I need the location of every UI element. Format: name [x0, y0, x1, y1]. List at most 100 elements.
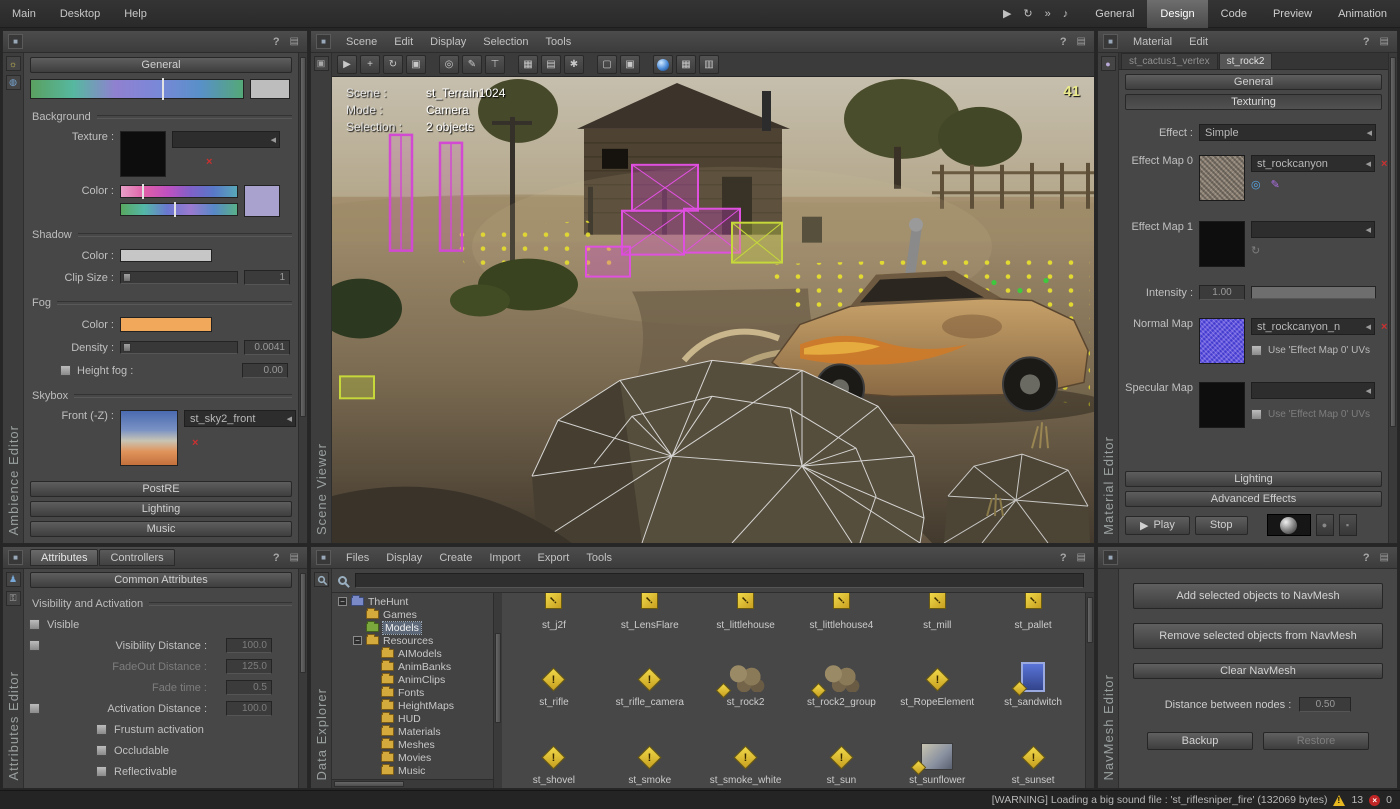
tab-attributes[interactable]: Attributes — [30, 549, 99, 566]
remove-from-navmesh-button[interactable]: Remove selected objects from NavMesh — [1133, 623, 1383, 649]
help-icon[interactable]: ? — [1357, 36, 1376, 48]
paint-edit-icon[interactable]: ✎ — [1271, 178, 1280, 191]
tree-item-aimodels[interactable]: AIModels — [332, 647, 493, 660]
asset-st-rock2-group[interactable]: st_rock2_group — [794, 633, 890, 711]
lighting-section-button[interactable]: Lighting — [1125, 471, 1382, 487]
settings-button[interactable]: ✱ — [564, 55, 584, 74]
asset-st-shovel[interactable]: st_shovel — [506, 710, 602, 788]
normal-uv-checkbox[interactable] — [1251, 345, 1262, 356]
attributes-scrollbar[interactable] — [298, 569, 307, 788]
asset-st-sun[interactable]: st_sun — [794, 710, 890, 788]
tree-item-movies[interactable]: Movies — [332, 751, 493, 764]
refresh-map1-icon[interactable]: ↻ — [1251, 244, 1260, 257]
panel-dock-icon[interactable]: ■ — [316, 34, 331, 49]
visible-checkbox[interactable] — [29, 619, 40, 630]
tab-design[interactable]: Design — [1147, 0, 1208, 28]
shadow-color-swatch[interactable] — [120, 249, 212, 262]
measure-tool-button[interactable]: ⊤ — [485, 55, 505, 74]
tree-item-materials[interactable]: Materials — [332, 725, 493, 738]
scale-tool-button[interactable]: ▣ — [406, 55, 426, 74]
audio-icon[interactable]: ♪ — [1063, 8, 1069, 20]
effect-map0-thumbnail[interactable] — [1199, 155, 1245, 201]
asset-st-rifle[interactable]: st_rifle — [506, 633, 602, 711]
panel-menu-icon[interactable]: ▤ — [1377, 552, 1392, 563]
tree-item-meshes[interactable]: Meshes — [332, 738, 493, 751]
effect-map0-dropdown[interactable]: st_rockcanyon — [1251, 155, 1375, 172]
intensity-field[interactable]: 1.00 — [1199, 285, 1245, 300]
sun-icon[interactable]: ☼ — [5, 56, 21, 71]
loop-icon[interactable]: ↻ — [1023, 7, 1032, 20]
tab-controllers[interactable]: Controllers — [99, 549, 175, 566]
grid-toggle-button[interactable]: ▦ — [676, 55, 696, 74]
specular-map-dropdown[interactable] — [1251, 382, 1375, 399]
ambient-gradient-bar[interactable] — [30, 78, 244, 100]
camera-icon[interactable]: ▣ — [313, 56, 329, 71]
stats-toggle-button[interactable]: ▥ — [699, 55, 719, 74]
asset-st-rock2[interactable]: st_rock2 — [698, 633, 794, 711]
person-icon[interactable]: ♟ — [5, 572, 21, 587]
rotate-tool-button[interactable]: ↻ — [383, 55, 403, 74]
activation-distance-checkbox[interactable] — [29, 703, 40, 714]
boxes-display-button[interactable]: ▣ — [620, 55, 640, 74]
edit-menu[interactable]: Edit — [1181, 34, 1216, 50]
import-menu[interactable]: Import — [481, 550, 528, 566]
search-input[interactable] — [355, 573, 1084, 588]
fadeout-distance-field[interactable]: 125.0 — [226, 659, 272, 674]
common-attributes-button[interactable]: Common Attributes — [30, 572, 292, 588]
asset-st-smoke-white[interactable]: st_smoke_white — [698, 710, 794, 788]
normal-map-thumbnail[interactable] — [1199, 318, 1245, 364]
scene-3d-view[interactable] — [332, 77, 1094, 543]
uv-edit-icon[interactable]: ◎ — [1251, 178, 1261, 191]
music-section-button[interactable]: Music — [30, 521, 292, 537]
tree-item-animclips[interactable]: AnimClips — [332, 673, 493, 686]
color-hue-bar[interactable] — [120, 184, 238, 199]
menu-desktop[interactable]: Desktop — [48, 0, 112, 28]
add-to-navmesh-button[interactable]: Add selected objects to NavMesh — [1133, 583, 1383, 609]
panel-menu-icon[interactable]: ▤ — [287, 36, 302, 47]
remove-normal-icon[interactable]: × — [1381, 321, 1387, 333]
asset-st-pallet[interactable]: st_pallet — [985, 593, 1081, 633]
tree-item-models[interactable]: Models — [332, 620, 493, 635]
fog-density-field[interactable]: 0.0041 — [244, 340, 290, 355]
specular-uv-checkbox[interactable] — [1251, 409, 1262, 420]
asset-st-lensflare[interactable]: st_LensFlare — [602, 593, 698, 633]
fade-time-field[interactable]: 0.5 — [226, 680, 272, 695]
material-preview-button[interactable] — [1266, 514, 1311, 536]
tree-item-games[interactable]: Games — [332, 608, 493, 621]
tab-preview[interactable]: Preview — [1260, 0, 1325, 28]
restore-button[interactable]: Restore — [1263, 732, 1369, 750]
hierarchy-view-button[interactable]: ▤ — [541, 55, 561, 74]
occludable-checkbox[interactable] — [96, 745, 107, 756]
panel-dock-icon[interactable]: ■ — [8, 34, 23, 49]
lighting-section-button[interactable]: Lighting — [30, 501, 292, 517]
ambient-color-swatch[interactable] — [250, 79, 290, 99]
tools-menu[interactable]: Tools — [538, 34, 580, 50]
tree-scrollbar[interactable] — [493, 593, 502, 788]
postre-section-button[interactable]: PostRE — [30, 481, 292, 497]
clip-size-slider[interactable] — [120, 271, 238, 284]
help-icon[interactable]: ? — [267, 552, 286, 564]
panel-menu-icon[interactable]: ▤ — [1074, 552, 1089, 563]
graph-view-button[interactable]: ▦ — [518, 55, 538, 74]
specular-map-thumbnail[interactable] — [1199, 382, 1245, 428]
menu-main[interactable]: Main — [0, 0, 48, 28]
stop-material-button[interactable]: Stop — [1194, 515, 1248, 535]
reflectivable-checkbox[interactable] — [96, 766, 107, 777]
paint-tool-button[interactable]: ✎ — [462, 55, 482, 74]
grid-scrollbar[interactable] — [1085, 593, 1094, 788]
panel-menu-icon[interactable]: ▤ — [1377, 36, 1392, 47]
scroll-thumb[interactable] — [495, 633, 501, 723]
visibility-distance-field[interactable]: 100.0 — [226, 638, 272, 653]
tree-item-music[interactable]: Music — [332, 764, 493, 777]
files-menu[interactable]: Files — [338, 550, 377, 566]
tools-menu[interactable]: Tools — [578, 550, 620, 566]
clear-navmesh-button[interactable]: Clear NavMesh — [1133, 663, 1383, 679]
fog-density-slider[interactable] — [120, 341, 238, 354]
panel-dock-icon[interactable]: ■ — [316, 550, 331, 565]
shaded-view-button[interactable] — [653, 55, 673, 74]
texturing-section-button[interactable]: Texturing — [1125, 94, 1382, 110]
asset-st-sunset[interactable]: st_sunset — [985, 710, 1081, 788]
menu-help[interactable]: Help — [112, 0, 159, 28]
remove-skybox-icon[interactable]: × — [192, 437, 296, 449]
effect-dropdown[interactable]: Simple — [1199, 124, 1376, 141]
